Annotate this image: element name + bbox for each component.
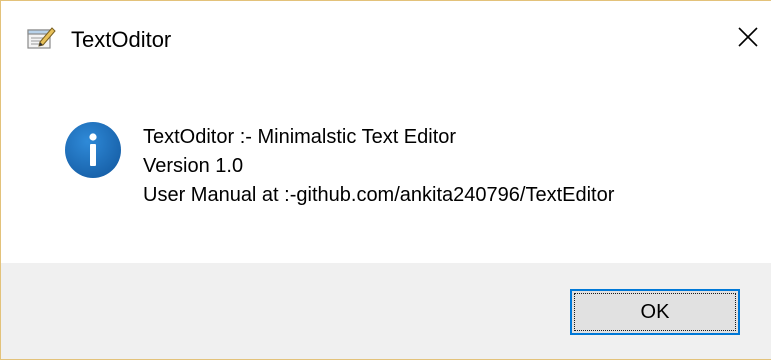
title-bar[interactable]: TextOditor bbox=[1, 1, 771, 77]
message-line-version: Version 1.0 bbox=[143, 155, 244, 177]
button-bar: OK bbox=[1, 263, 771, 359]
ok-button[interactable]: OK bbox=[570, 289, 740, 335]
notepad-icon bbox=[26, 25, 56, 51]
message-line-manual: User Manual at :-github.com/ankita240796… bbox=[143, 184, 615, 206]
dialog-content: TextOditor :- Minimalstic Text Editor Ve… bbox=[1, 77, 771, 263]
about-dialog-window: TextOditor TextOditor:- Minimalstic Tex… bbox=[0, 0, 771, 360]
message-line-title: TextOditor :- Minimalstic Text Editor bbox=[143, 126, 457, 148]
ok-button-label: OK bbox=[640, 300, 670, 323]
close-icon bbox=[737, 26, 759, 53]
window-title: TextOditor bbox=[71, 27, 172, 52]
info-icon bbox=[63, 120, 123, 180]
dialog-message: TextOditor :- Minimalstic Text Editor Ve… bbox=[143, 123, 614, 210]
close-button[interactable] bbox=[729, 21, 767, 57]
